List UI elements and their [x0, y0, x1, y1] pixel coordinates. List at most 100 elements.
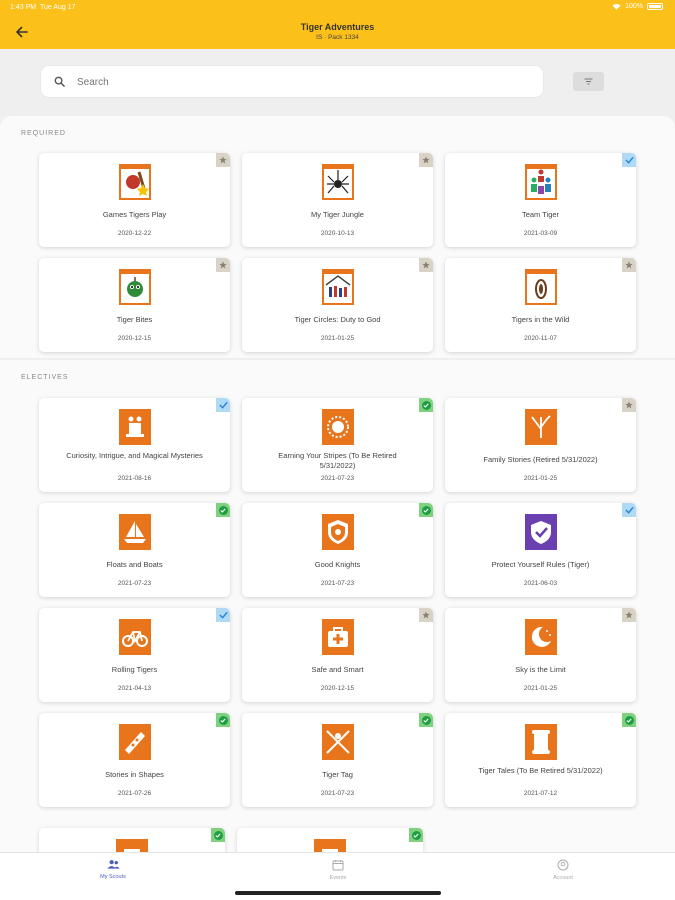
adventure-date: 2020-12-15 — [320, 685, 355, 692]
star-icon — [219, 156, 227, 164]
adventure-name: Protect Yourself Rules (Tiger) — [491, 560, 590, 569]
completed-icon — [421, 715, 431, 725]
status-badge — [216, 713, 230, 727]
battery-icon — [647, 3, 663, 10]
adventure-card[interactable]: Earning Your Stripes (To Be Retired 5/31… — [242, 398, 433, 492]
adventure-date: 2021-07-23 — [320, 580, 355, 587]
first-aid-icon — [322, 619, 354, 655]
star-icon — [219, 261, 227, 269]
baseball-icon — [119, 164, 151, 200]
adventure-date: 2021-07-23 — [320, 790, 355, 797]
tab-events[interactable]: Events — [298, 859, 378, 881]
status-badge — [409, 828, 423, 842]
adventure-name: Family Stories (Retired 5/31/2022) — [483, 455, 598, 464]
adventure-name: Games Tigers Play — [102, 210, 167, 219]
filter-icon — [584, 78, 593, 85]
sailboat-icon — [119, 514, 151, 550]
section-label-electives: ELECTIVES — [21, 374, 69, 381]
status-badge — [419, 398, 433, 412]
adventure-name: Floats and Boats — [106, 560, 163, 569]
status-badge — [622, 153, 636, 167]
adventure-name: Tigers in the Wild — [511, 315, 570, 324]
adventure-card[interactable]: Tiger Bites 2020-12-15 — [39, 258, 230, 352]
spider-icon — [322, 164, 354, 200]
star-icon — [422, 261, 430, 269]
completed-icon — [218, 715, 228, 725]
check-icon — [624, 506, 634, 514]
adventure-card[interactable]: Sky is the Limit 2021-01-25 — [445, 608, 636, 702]
adventure-card[interactable]: Family Stories (Retired 5/31/2022) 2021-0… — [445, 398, 636, 492]
tag-game-icon — [322, 724, 354, 760]
search-input[interactable] — [77, 72, 517, 92]
adventure-name: Safe and Smart — [311, 665, 364, 674]
adventure-name: Rolling Tigers — [111, 665, 158, 674]
adventure-date: 2020-10-13 — [320, 230, 355, 237]
adventure-date: 2020-11-07 — [524, 335, 557, 342]
status-badge — [216, 398, 230, 412]
tab-label: Account — [553, 875, 573, 881]
completed-icon — [213, 830, 223, 840]
account-icon — [557, 859, 569, 871]
bicycle-icon — [119, 619, 151, 655]
adventure-card[interactable]: Good Knights 2021-07-23 — [242, 503, 433, 597]
star-icon — [625, 261, 633, 269]
adventure-date: 2021-01-25 — [523, 685, 558, 692]
status-badge — [216, 153, 230, 167]
status-badge — [211, 828, 225, 842]
adventure-card[interactable]: Team Tiger 2021-03-09 — [445, 153, 636, 247]
scroll-icon — [525, 724, 557, 760]
adventure-card[interactable]: Stories in Shapes 2021-07-26 — [39, 713, 230, 807]
sun-face-icon — [322, 409, 354, 445]
adventure-date: 2021-04-13 — [117, 685, 152, 692]
adventure-card[interactable]: Tiger Circles: Duty to God 2021-01-25 — [242, 258, 433, 352]
adventure-name: Stories in Shapes — [105, 770, 164, 779]
adventure-card[interactable]: Games Tigers Play 2020-12-22 — [39, 153, 230, 247]
shield-icon — [322, 514, 354, 550]
adventure-name: Tiger Circles: Duty to God — [294, 315, 381, 324]
status-badge — [419, 608, 433, 622]
app-header: 1:43 PM Tue Aug 17 100% Tiger Adventures… — [0, 0, 675, 49]
adventure-card[interactable]: Curiosity, Intrigue, and Magical Mysteri… — [39, 398, 230, 492]
page-title: Tiger Adventures — [300, 22, 375, 32]
search-bar-area — [0, 49, 675, 117]
adventure-date: 2021-08-16 — [117, 475, 152, 482]
adventure-name: Team Tiger — [521, 210, 560, 219]
adventure-card[interactable]: Tigers in the Wild 2020-11-07 — [445, 258, 636, 352]
search-icon — [54, 76, 65, 87]
adventure-date: 2021-01-25 — [523, 475, 558, 482]
magic-hat-icon — [119, 409, 151, 445]
moon-icon — [525, 619, 557, 655]
adventure-card[interactable]: Safe and Smart 2020-12-15 — [242, 608, 433, 702]
home-indicator — [235, 891, 441, 895]
team-icon — [525, 164, 557, 200]
apple-icon — [119, 269, 151, 305]
adventure-name: Sky is the Limit — [515, 665, 566, 674]
status-badge — [419, 153, 433, 167]
completed-icon — [624, 715, 634, 725]
filter-button[interactable] — [573, 72, 604, 91]
scouts-icon — [106, 860, 120, 869]
status-badge — [622, 713, 636, 727]
tab-account[interactable]: Account — [523, 859, 603, 881]
adventure-card[interactable]: Tiger Tag 2021-07-23 — [242, 713, 433, 807]
status-right: 100% — [612, 3, 663, 10]
tree-icon — [525, 409, 557, 445]
footprint-icon — [525, 269, 557, 305]
adventure-card[interactable]: Rolling Tigers 2021-04-13 — [39, 608, 230, 702]
tab-my-scouts[interactable]: My Scouts — [73, 859, 153, 880]
status-badge — [419, 258, 433, 272]
status-badge — [622, 608, 636, 622]
adventure-card[interactable]: Protect Yourself Rules (Tiger) 2021-06-03 — [445, 503, 636, 597]
adventure-name: Tiger Tag — [322, 770, 353, 779]
tab-label: My Scouts — [100, 874, 126, 880]
battery-percent: 100% — [625, 3, 643, 10]
calendar-icon — [332, 860, 344, 871]
star-icon — [422, 156, 430, 164]
adventure-card[interactable]: Floats and Boats 2021-07-23 — [39, 503, 230, 597]
adventure-card[interactable]: My Tiger Jungle 2020-10-13 — [242, 153, 433, 247]
adventure-name: Good Knights — [314, 560, 361, 569]
adventure-date: 2021-07-26 — [117, 790, 152, 797]
adventure-date: 2021-07-12 — [523, 790, 558, 797]
adventure-card[interactable]: Tiger Tales (To Be Retired 5/31/2022) 202… — [445, 713, 636, 807]
star-icon — [422, 611, 430, 619]
